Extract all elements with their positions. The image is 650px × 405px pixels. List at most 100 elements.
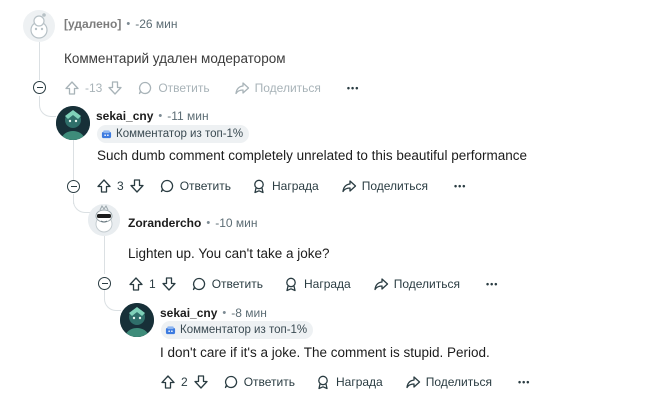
avatar-deleted[interactable] — [23, 10, 55, 42]
share-icon — [374, 278, 388, 291]
share-icon — [234, 82, 249, 95]
downvote-icon — [108, 81, 122, 95]
comment-actions: 3 Ответить Награда Поделиться ••• — [96, 178, 466, 194]
comment-time[interactable]: -11 мин — [167, 109, 208, 123]
collapse-thread-button[interactable] — [98, 277, 111, 290]
comment-meta-deleted: [удалено] • -26 мин — [64, 17, 178, 31]
user-avatar-image — [56, 106, 90, 140]
share-button[interactable]: Поделиться — [234, 80, 321, 96]
top-commenter-badge: Комментатор из топ-1% — [161, 321, 314, 339]
upvote-button[interactable] — [96, 178, 112, 194]
vote-count: 3 — [117, 179, 124, 193]
reply-label: Ответить — [243, 375, 295, 389]
thread-connector-2 — [73, 196, 90, 213]
thread-connector-1 — [39, 100, 56, 117]
award-icon — [318, 375, 328, 390]
reply-button[interactable]: Ответить — [223, 374, 295, 390]
meta-separator: • — [126, 18, 131, 30]
share-icon — [342, 180, 356, 193]
comment-meta: sekai_cny • -8 мин — [160, 306, 267, 320]
comment-time[interactable]: -26 мин — [135, 17, 177, 31]
thread-line-1 — [73, 140, 74, 180]
avatar-zorandercho[interactable] — [88, 204, 120, 236]
reply-button[interactable]: Ответить — [137, 80, 210, 96]
reply-button[interactable]: Ответить — [191, 276, 263, 292]
downvote-button[interactable] — [193, 374, 209, 390]
downvote-button[interactable] — [107, 80, 123, 96]
share-button[interactable]: Поделиться — [341, 178, 428, 194]
meta-separator: • — [158, 110, 163, 122]
comment-actions: 1 Ответить Награда Поделиться ••• — [128, 276, 498, 292]
more-options-button[interactable]: ••• — [486, 279, 498, 289]
upvote-icon — [129, 277, 143, 291]
reply-button[interactable]: Ответить — [159, 178, 231, 194]
share-icon — [406, 376, 420, 389]
more-options-button[interactable]: ••• — [518, 377, 530, 387]
comment-author: [удалено] — [64, 17, 122, 31]
reply-label: Ответить — [179, 179, 231, 193]
comment-time[interactable]: -10 мин — [215, 216, 257, 230]
share-label: Поделиться — [254, 81, 321, 95]
comment-author[interactable]: sekai_cny — [160, 306, 217, 320]
share-button[interactable]: Поделиться — [405, 374, 492, 390]
comment-body: Lighten up. You can't take a joke? — [128, 246, 330, 261]
share-label: Поделиться — [425, 375, 492, 389]
upvote-button[interactable] — [128, 276, 144, 292]
award-icon — [254, 179, 264, 194]
thread-line-2 — [104, 236, 105, 274]
thread-connector-3 — [104, 294, 121, 311]
comment-author[interactable]: Zorandercho — [128, 216, 201, 230]
award-button[interactable]: Награда — [251, 178, 319, 194]
award-icon — [286, 277, 296, 292]
chat-bubble-icon — [160, 179, 173, 193]
comment-author[interactable]: sekai_cny — [96, 109, 153, 123]
avatar-sekai-cny[interactable] — [120, 303, 154, 337]
badge-icon — [165, 325, 176, 334]
vote-count: 1 — [149, 277, 156, 291]
chat-bubble-icon — [224, 375, 237, 389]
share-label: Поделиться — [393, 277, 460, 291]
comment-time[interactable]: -8 мин — [231, 306, 267, 320]
avatar-sekai-cny[interactable] — [56, 106, 90, 140]
downvote-button[interactable] — [129, 178, 145, 194]
award-button[interactable]: Награда — [283, 276, 351, 292]
more-options-button[interactable]: ••• — [347, 83, 359, 93]
vote-count: 2 — [181, 375, 188, 389]
comment-body: Комментарий удален модератором — [64, 51, 286, 66]
share-button[interactable]: Поделиться — [373, 276, 460, 292]
user-avatar-image — [88, 204, 120, 236]
downvote-icon — [130, 179, 144, 193]
downvote-button[interactable] — [161, 276, 177, 292]
comment-body: I don't care if it's a joke. The comment… — [160, 345, 490, 360]
upvote-button[interactable] — [160, 374, 176, 390]
downvote-icon — [162, 277, 176, 291]
vote-count: -13 — [85, 81, 103, 95]
chat-bubble-icon — [139, 81, 152, 95]
thread-line-root — [39, 42, 40, 80]
comment-body: Such dumb comment completely unrelated t… — [97, 148, 527, 163]
reply-label: Ответить — [211, 277, 263, 291]
award-label: Награда — [271, 179, 319, 193]
upvote-button[interactable] — [64, 80, 80, 96]
comment-meta: Zorandercho • -10 мин — [128, 216, 257, 230]
award-label: Награда — [335, 375, 383, 389]
badge-label: Комментатор из топ-1% — [180, 324, 308, 336]
collapse-thread-button[interactable] — [67, 180, 80, 193]
snoo-placeholder-icon — [30, 13, 48, 39]
comment-actions: -13 Ответить Поделиться ••• — [64, 80, 359, 96]
meta-separator: • — [222, 307, 227, 319]
meta-separator: • — [206, 217, 211, 229]
share-label: Поделиться — [361, 179, 428, 193]
downvote-icon — [194, 375, 208, 389]
award-button[interactable]: Награда — [315, 374, 383, 390]
upvote-icon — [161, 375, 175, 389]
comment-actions: 2 Ответить Награда Поделиться ••• — [160, 374, 530, 390]
badge-label: Комментатор из топ-1% — [116, 128, 244, 140]
collapse-thread-button[interactable] — [33, 81, 46, 94]
upvote-icon — [65, 81, 79, 95]
more-options-button[interactable]: ••• — [454, 181, 466, 191]
reply-label: Ответить — [158, 81, 210, 95]
upvote-icon — [97, 179, 111, 193]
comment-meta: sekai_cny • -11 мин — [96, 109, 209, 123]
badge-icon — [101, 129, 112, 138]
